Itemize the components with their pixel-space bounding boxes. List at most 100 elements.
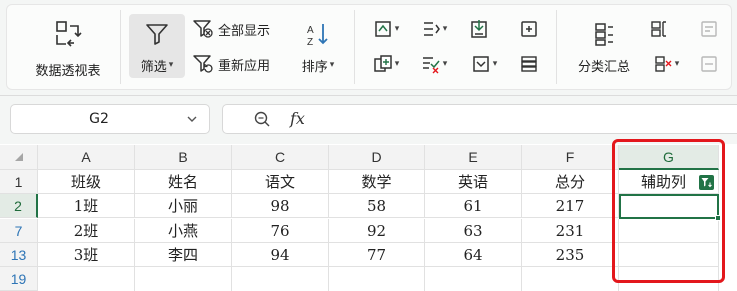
row-header-13[interactable]: 13 bbox=[0, 243, 38, 267]
rows-icon bbox=[519, 54, 539, 74]
ribbon-separator bbox=[354, 10, 355, 84]
cell-b13[interactable]: 李四 bbox=[135, 243, 232, 267]
cell-d7[interactable]: 92 bbox=[329, 219, 425, 243]
sort-label: 排序 bbox=[301, 59, 328, 75]
show-detail-icon bbox=[699, 19, 719, 39]
name-box[interactable]: G2 bbox=[10, 104, 210, 134]
subtotal-icon bbox=[591, 18, 617, 50]
reapply-filter-icon bbox=[192, 53, 214, 75]
cell-d19[interactable] bbox=[329, 267, 425, 291]
remove-duplicates-icon bbox=[469, 19, 489, 39]
pivot-table-button[interactable]: 数据透视表 bbox=[24, 12, 112, 82]
cell-e1[interactable]: 英语 bbox=[425, 170, 522, 194]
ribbon: 数据透视表 筛选 ▾ 全部显示 重新应用 AZ 排序 ▾ ▾ ▾ ▾ ▾ ▾ 分… bbox=[0, 0, 737, 96]
insert-cells-icon bbox=[373, 54, 393, 74]
cell-b19[interactable] bbox=[135, 267, 232, 291]
hide-detail-icon bbox=[699, 54, 719, 74]
show-all-label: 全部显示 bbox=[218, 23, 271, 39]
cell-a7[interactable]: 2班 bbox=[38, 219, 135, 243]
highlight-box-column-g bbox=[612, 139, 725, 283]
group-button[interactable] bbox=[646, 16, 672, 42]
chevron-down-icon: ▾ bbox=[442, 24, 448, 34]
chevron-down-icon: ▾ bbox=[329, 60, 335, 70]
cell-c13[interactable]: 94 bbox=[232, 243, 329, 267]
column-header-c[interactable]: C bbox=[232, 145, 329, 170]
subtotal-button[interactable]: 分类汇总 bbox=[566, 14, 642, 78]
svg-text:Z: Z bbox=[307, 37, 313, 47]
cell-a2[interactable]: 1班 bbox=[38, 194, 135, 218]
column-header-a[interactable]: A bbox=[38, 145, 135, 170]
reapply-button[interactable]: 重新应用 bbox=[192, 51, 284, 77]
pivot-table-icon bbox=[54, 16, 82, 50]
cell-c1[interactable]: 语文 bbox=[232, 170, 329, 194]
insert-row-icon bbox=[519, 19, 539, 39]
row-header-2[interactable]: 2 bbox=[0, 194, 38, 218]
consolidate-icon bbox=[471, 54, 491, 74]
cell-c7[interactable]: 76 bbox=[232, 219, 329, 243]
show-detail-button[interactable] bbox=[696, 16, 722, 42]
cell-c19[interactable] bbox=[232, 267, 329, 291]
hide-detail-button[interactable] bbox=[696, 51, 722, 77]
cell-d1[interactable]: 数学 bbox=[329, 170, 425, 194]
cell-e13[interactable]: 64 bbox=[425, 243, 522, 267]
cell-b7[interactable]: 小燕 bbox=[135, 219, 232, 243]
cell-f7[interactable]: 231 bbox=[522, 219, 619, 243]
consolidate-button[interactable]: ▾ bbox=[466, 51, 502, 77]
chevron-down-icon: ▾ bbox=[442, 59, 448, 69]
chevron-down-icon: ▾ bbox=[394, 24, 400, 34]
cell-a1[interactable]: 班级 bbox=[38, 170, 135, 194]
delete-row-button[interactable] bbox=[516, 51, 542, 77]
cell-b1[interactable]: 姓名 bbox=[135, 170, 232, 194]
cell-f13[interactable]: 235 bbox=[522, 243, 619, 267]
ribbon-separator bbox=[120, 10, 121, 84]
fill-icon bbox=[373, 19, 393, 39]
text-to-columns-icon bbox=[421, 19, 441, 39]
subtotal-label: 分类汇总 bbox=[577, 59, 630, 75]
fx-icon[interactable]: fx bbox=[290, 109, 305, 128]
column-header-e[interactable]: E bbox=[425, 145, 522, 170]
text-to-columns-button[interactable]: ▾ bbox=[414, 16, 454, 42]
pivot-table-label: 数据透视表 bbox=[35, 63, 101, 79]
filter-button[interactable]: 筛选 ▾ bbox=[129, 14, 185, 78]
svg-text:A: A bbox=[307, 25, 314, 36]
cell-c2[interactable]: 98 bbox=[232, 194, 329, 218]
cell-f19[interactable] bbox=[522, 267, 619, 291]
clear-filter-icon bbox=[192, 18, 214, 40]
insert-row-button[interactable] bbox=[516, 16, 542, 42]
cell-f2[interactable]: 217 bbox=[522, 194, 619, 218]
cell-b2[interactable]: 小丽 bbox=[135, 194, 232, 218]
column-header-d[interactable]: D bbox=[329, 145, 425, 170]
ungroup-icon bbox=[653, 54, 673, 74]
filter-label: 筛选 bbox=[140, 59, 167, 75]
row-header-19[interactable]: 19 bbox=[0, 267, 38, 291]
column-header-b[interactable]: B bbox=[135, 145, 232, 170]
ungroup-button[interactable]: ▾ bbox=[646, 51, 686, 77]
column-header-f[interactable]: F bbox=[522, 145, 619, 170]
row-header-1[interactable]: 1 bbox=[0, 170, 38, 194]
fill-button[interactable]: ▾ bbox=[366, 16, 406, 42]
sort-button[interactable]: AZ 排序 ▾ bbox=[290, 14, 346, 78]
search-icon[interactable] bbox=[253, 110, 271, 132]
row-header-7[interactable]: 7 bbox=[0, 219, 38, 243]
formula-input[interactable]: fx bbox=[222, 104, 737, 134]
validity-button[interactable]: ▾ bbox=[414, 51, 454, 77]
ribbon-separator bbox=[556, 10, 557, 84]
cell-e19[interactable] bbox=[425, 267, 522, 291]
group-icon bbox=[649, 19, 669, 39]
chevron-down-icon: ▾ bbox=[674, 59, 680, 69]
cell-e2[interactable]: 61 bbox=[425, 194, 522, 218]
cell-d2[interactable]: 58 bbox=[329, 194, 425, 218]
remove-duplicates-button[interactable] bbox=[466, 16, 492, 42]
chevron-down-icon: ▾ bbox=[394, 59, 400, 69]
cell-a19[interactable] bbox=[38, 267, 135, 291]
chevron-down-icon[interactable] bbox=[185, 111, 199, 130]
formula-bar: G2 fx bbox=[0, 96, 737, 144]
cell-d13[interactable]: 77 bbox=[329, 243, 425, 267]
cell-f1[interactable]: 总分 bbox=[522, 170, 619, 194]
insert-cells-button[interactable]: ▾ bbox=[366, 51, 406, 77]
cell-e7[interactable]: 63 bbox=[425, 219, 522, 243]
select-all-corner[interactable] bbox=[0, 145, 38, 170]
cell-a13[interactable]: 3班 bbox=[38, 243, 135, 267]
reapply-label: 重新应用 bbox=[218, 58, 271, 74]
show-all-button[interactable]: 全部显示 bbox=[192, 16, 284, 42]
